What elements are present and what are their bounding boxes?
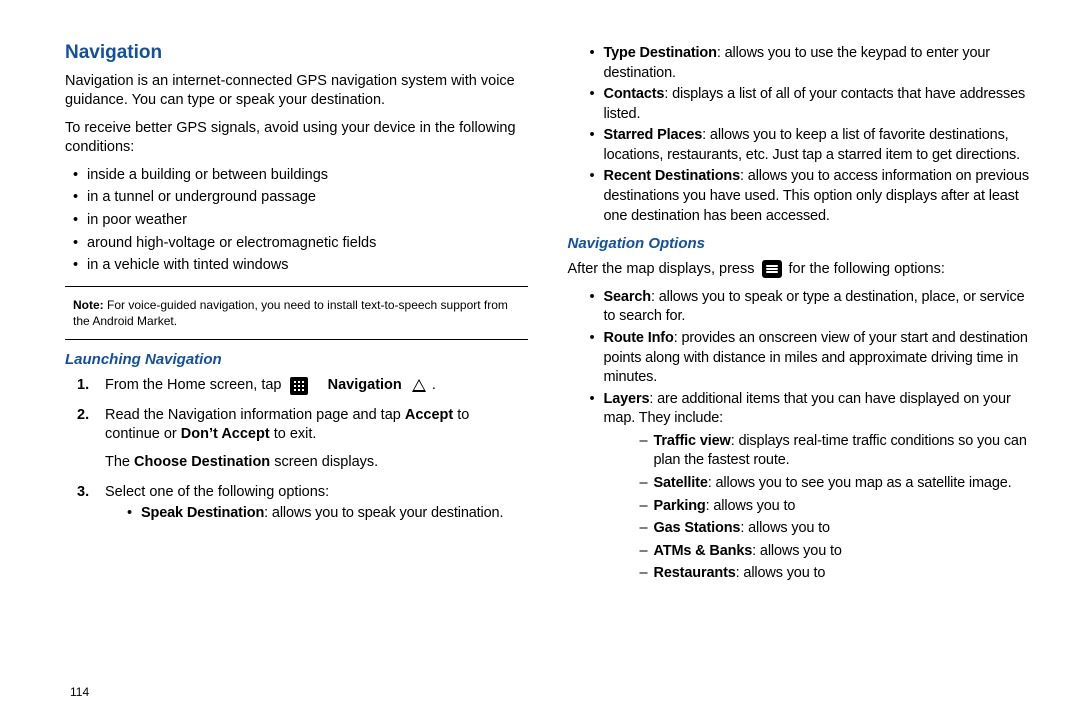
list-item: Restaurants: allows you to (604, 564, 1031, 584)
apps-grid-icon (290, 377, 308, 395)
layers-sublist: Traffic view: displays real-time traffic… (604, 432, 1031, 584)
layer-name: Gas Stations (654, 520, 741, 536)
step-text: screen displays. (274, 454, 378, 470)
step-text: . (432, 377, 436, 393)
gps-conditions-list: inside a building or between buildings i… (65, 166, 528, 276)
step-text: Read the Navigation information page and… (105, 407, 405, 423)
list-item: around high-voltage or electromagnetic f… (65, 234, 528, 254)
option-name: Type Destination (604, 45, 717, 61)
options-intro: After the map displays, press for the fo… (568, 260, 1031, 280)
step-text: Select one of the following options: (105, 484, 329, 500)
layer-desc: : allows you to see you map as a satelli… (708, 475, 1012, 491)
note-label: Note: (73, 298, 104, 312)
layer-name: Traffic view (654, 433, 731, 449)
intro-paragraph-2: To receive better GPS signals, avoid usi… (65, 119, 528, 158)
list-item: Starred Places: allows you to keep a lis… (568, 126, 1031, 165)
list-item: Contacts: displays a list of all of your… (568, 85, 1031, 124)
list-item: Traffic view: displays real-time traffic… (604, 432, 1031, 471)
step-3: Select one of the following options: Spe… (65, 483, 528, 524)
text: After the map displays, press (568, 261, 759, 277)
layer-name: ATMs & Banks (654, 543, 753, 559)
text: for the following options: (789, 261, 945, 277)
section-heading: Navigation (65, 40, 528, 66)
destination-options-list: Type Destination: allows you to use the … (568, 44, 1031, 226)
list-item: ATMs & Banks: allows you to (604, 542, 1031, 562)
divider (65, 286, 528, 287)
option-desc: : allows you to speak your destination. (264, 505, 503, 521)
option-name: Speak Destination (141, 505, 264, 521)
list-item: in poor weather (65, 211, 528, 231)
step-1: From the Home screen, tap Navigation . (65, 376, 528, 396)
left-column: Navigation Navigation is an internet-con… (65, 30, 528, 588)
list-item: Layers: are additional items that you ca… (568, 390, 1031, 584)
step-text: to exit. (274, 426, 317, 442)
note-text: For voice-guided navigation, you need to… (73, 298, 508, 328)
layer-desc: : allows you to (736, 565, 826, 581)
list-item: Route Info: provides an onscreen view of… (568, 329, 1031, 388)
list-item: inside a building or between buildings (65, 166, 528, 186)
option-name: Contacts (604, 86, 665, 102)
accept-label: Accept (405, 407, 453, 423)
dont-accept-label: Don’t Accept (181, 426, 270, 442)
right-column: Type Destination: allows you to use the … (568, 30, 1031, 588)
option-name: Recent Destinations (604, 168, 741, 184)
list-item: Search: allows you to speak or type a de… (568, 288, 1031, 327)
layer-name: Parking (654, 498, 706, 514)
step-text: The (105, 454, 134, 470)
option-desc: : allows you to speak or type a destinat… (604, 289, 1025, 325)
option-desc: : displays a list of all of your contact… (604, 86, 1026, 122)
option-name: Route Info (604, 330, 674, 346)
layer-desc: : allows you to (752, 543, 842, 559)
intro-paragraph-1: Navigation is an internet-connected GPS … (65, 72, 528, 111)
list-item: in a tunnel or underground passage (65, 188, 528, 208)
steps-list: From the Home screen, tap Navigation . R… (65, 376, 528, 523)
step-3-options: Speak Destination: allows you to speak y… (105, 504, 528, 524)
navigation-arrow-icon (412, 379, 426, 392)
list-item: Satellite: allows you to see you map as … (604, 474, 1031, 494)
step-2: Read the Navigation information page and… (65, 406, 528, 473)
list-item: Recent Destinations: allows you to acces… (568, 167, 1031, 226)
option-name: Search (604, 289, 651, 305)
step-text: From the Home screen, tap (105, 377, 286, 393)
divider (65, 339, 528, 340)
choose-destination-label: Choose Destination (134, 454, 270, 470)
list-item: Type Destination: allows you to use the … (568, 44, 1031, 83)
list-item: Gas Stations: allows you to (604, 519, 1031, 539)
option-name: Layers (604, 391, 650, 407)
subsection-heading: Launching Navigation (65, 350, 528, 370)
menu-icon (762, 260, 782, 278)
navigation-label: Navigation (328, 377, 402, 393)
layer-name: Satellite (654, 475, 708, 491)
layer-name: Restaurants (654, 565, 736, 581)
option-name: Starred Places (604, 127, 703, 143)
layer-desc: : allows you to (740, 520, 830, 536)
step-2-result: The Choose Destination screen displays. (105, 453, 528, 473)
note-block: Note: For voice-guided navigation, you n… (65, 297, 528, 329)
list-item: in a vehicle with tinted windows (65, 256, 528, 276)
layer-desc: : allows you to (706, 498, 796, 514)
manual-page: Navigation Navigation is an internet-con… (0, 0, 1080, 608)
subsection-heading: Navigation Options (568, 234, 1031, 254)
list-item: Parking: allows you to (604, 497, 1031, 517)
list-item: Speak Destination: allows you to speak y… (105, 504, 528, 524)
page-number: 114 (70, 684, 89, 700)
option-desc: : are additional items that you can have… (604, 391, 1011, 427)
navigation-options-list: Search: allows you to speak or type a de… (568, 288, 1031, 584)
